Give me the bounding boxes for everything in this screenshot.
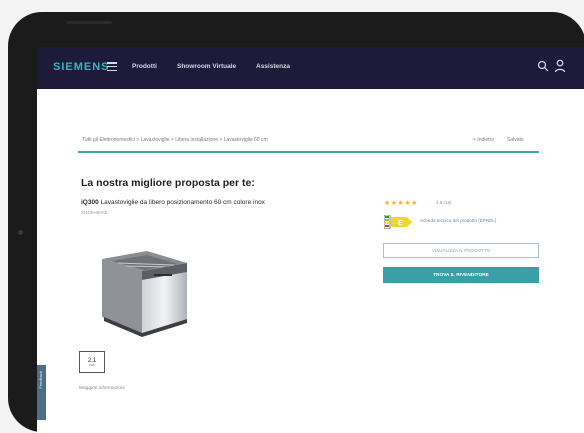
product-code: SN23HI60AE <box>81 210 108 215</box>
dishwasher-image[interactable] <box>92 241 192 337</box>
find-dealer-button[interactable]: TROVA IL RIVENDITORE <box>383 267 539 283</box>
energy-consumption-unit: kWh <box>89 362 95 367</box>
section-divider <box>78 151 539 153</box>
energy-label-icon[interactable]: E <box>384 215 413 229</box>
product-title: Lavastoviglie da libero posizionamento 6… <box>100 199 265 206</box>
feedback-label: Feedback <box>38 371 43 389</box>
back-link[interactable]: < Indietro <box>473 137 494 143</box>
energy-consumption-badge[interactable]: 2.1 kWh <box>79 351 105 373</box>
nav-prodotti[interactable]: Prodotti <box>132 63 157 70</box>
product-name: iQ300 Lavastoviglie da libero posizionam… <box>81 199 265 206</box>
tablet-edge <box>66 21 112 24</box>
page-heading: La nostra migliore proposta per te: <box>81 177 255 189</box>
rating-stars[interactable]: ★★★★★ <box>384 199 418 207</box>
page-footer-space <box>37 420 584 433</box>
menu-icon[interactable] <box>107 62 117 71</box>
saved-link[interactable]: Salvato <box>507 137 524 143</box>
search-icon[interactable] <box>537 60 549 72</box>
nav-showroom[interactable]: Showroom Virtuale <box>177 63 236 70</box>
tablet-frame: SIEMENS Prodotti Showroom Virtuale Assis… <box>8 12 584 433</box>
product-series: iQ300 <box>81 199 99 206</box>
camera-dot <box>18 230 23 235</box>
siemens-logo[interactable]: SIEMENS <box>53 61 110 73</box>
rating-count: 4.6 (16) <box>436 200 452 205</box>
more-info-link[interactable]: Maggiori informazioni <box>79 386 125 391</box>
browser-screen: SIEMENS Prodotti Showroom Virtuale Assis… <box>37 47 584 433</box>
user-icon[interactable] <box>554 59 566 73</box>
product-sheet-link[interactable]: Scheda tecnica del prodotto (EPREL) <box>420 218 496 223</box>
nav-assistenza[interactable]: Assistenza <box>256 63 290 70</box>
view-product-button[interactable]: VISUALIZZA IL PRODOTTO <box>383 243 539 258</box>
site-header: SIEMENS Prodotti Showroom Virtuale Assis… <box>37 47 584 89</box>
energy-class: E <box>398 220 403 227</box>
breadcrumb[interactable]: Tutti gli Elettrodomestici > Lavastovigl… <box>82 137 382 143</box>
